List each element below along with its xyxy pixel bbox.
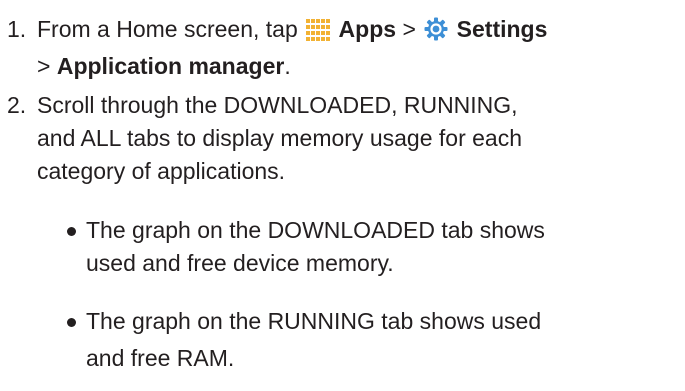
settings-label: Settings [456,16,548,42]
step-text: From a Home screen, tap Apps > Settings … [37,13,685,83]
application-manager-label: Application manager [56,53,285,79]
step-text: Scroll through the DOWNLOADED, RUNNING, … [37,89,685,188]
bullet-line: used and free device memory. [86,250,394,276]
apps-label: Apps [338,16,397,42]
step-number: 1. [7,16,27,42]
step-line: > Application manager. [37,50,685,83]
bullet-dot [67,318,76,327]
bullet-dot [67,227,76,236]
apps-grid-icon [306,17,331,50]
menu-separator: > [402,16,416,42]
step-line: Scroll through the DOWNLOADED, RUNNING, [37,92,518,118]
step-line: category of applications. [37,158,286,184]
step-text-prefix: From a Home screen, tap [37,16,298,42]
step-line: From a Home screen, tap Apps > Settings [37,13,685,50]
bullet-line: The graph on the DOWNLOADED tab shows [86,217,545,243]
settings-gear-icon [424,17,448,50]
step-line: and ALL tabs to display memory usage for… [37,125,522,151]
bullet-text: The graph on the RUNNING tab shows used … [86,305,685,375]
bullet-line: The graph on the RUNNING tab shows used [86,308,542,334]
bullet-text: The graph on the DOWNLOADED tab shows us… [86,214,685,280]
bullet-line: and free RAM. [86,345,235,371]
step-text-suffix: . [284,53,291,79]
menu-separator: > [37,53,51,79]
step-number: 2. [7,92,27,118]
instructions-page: { "steps": [ { "number": "1.", "line1": … [0,0,685,391]
